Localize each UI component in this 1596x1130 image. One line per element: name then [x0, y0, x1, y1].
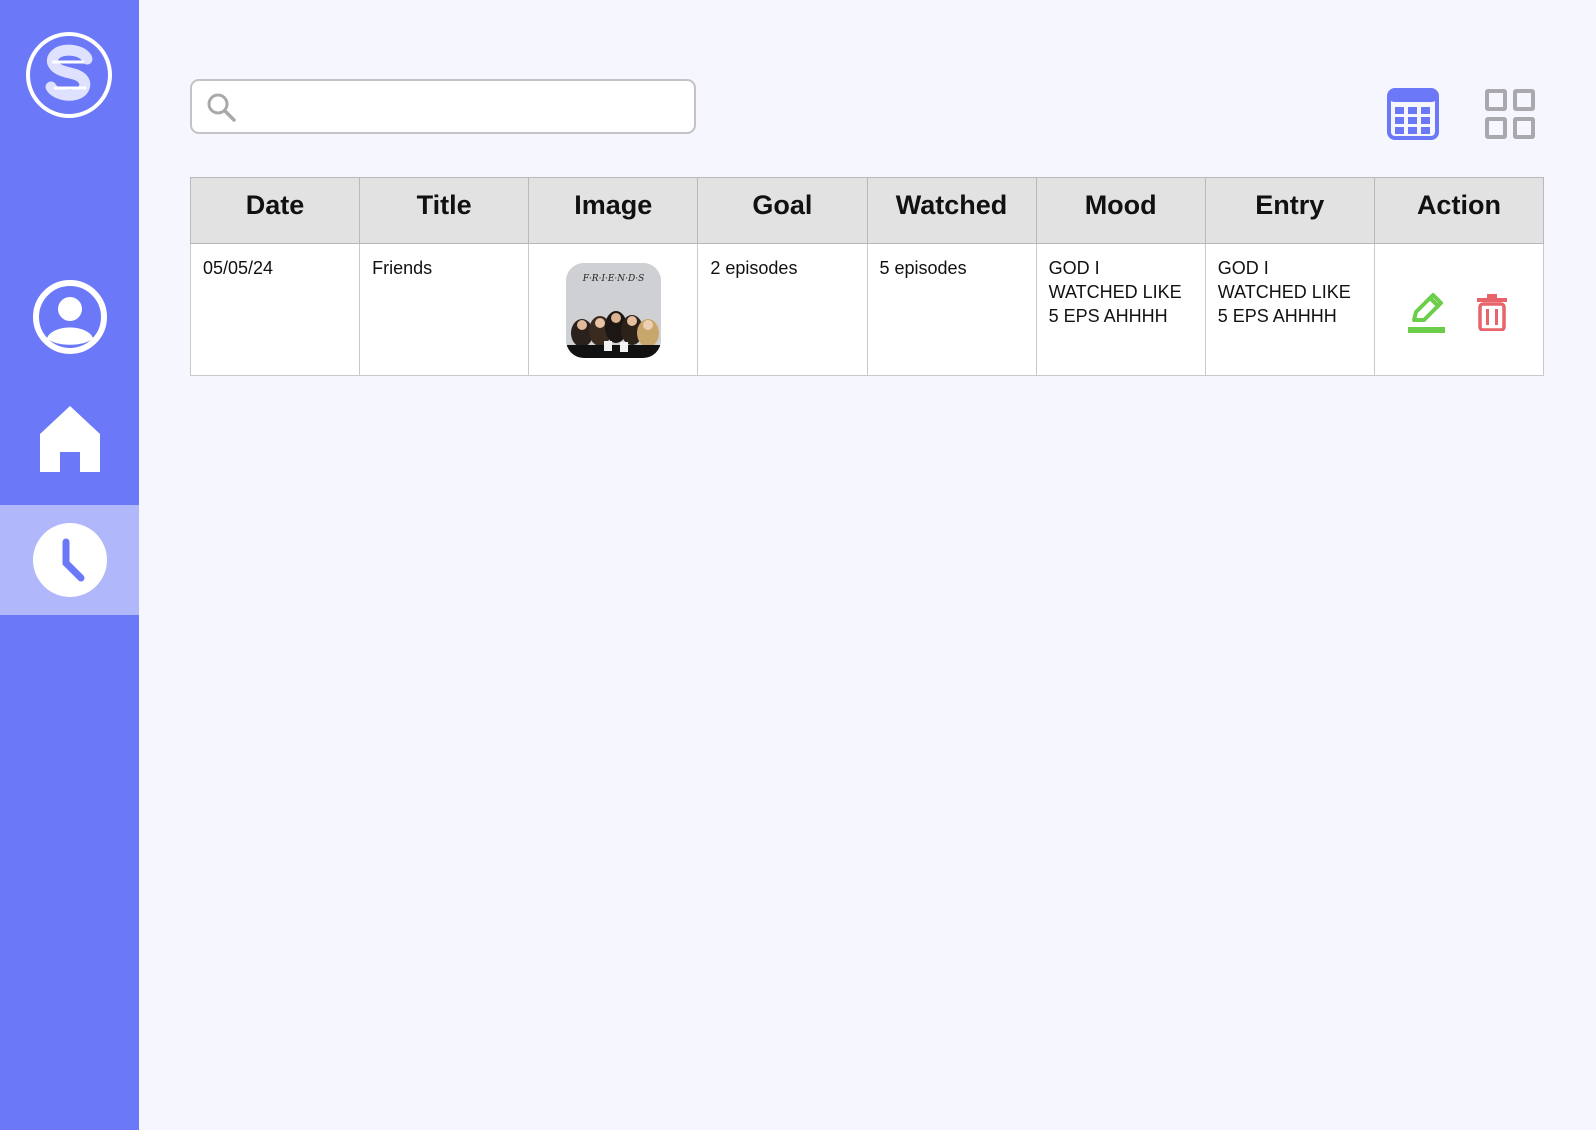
header-watched[interactable]: Watched [866, 177, 1037, 244]
cell-watched: 5 episodes [866, 243, 1037, 376]
cell-entry: GOD I WATCHED LIKE 5 EPS AHHHH [1204, 243, 1375, 376]
header-goal[interactable]: Goal [697, 177, 868, 244]
delete-icon [1476, 293, 1507, 331]
cell-goal: 2 episodes [697, 243, 868, 376]
table-view-toggle[interactable] [1387, 88, 1443, 144]
nav-profile[interactable] [0, 262, 139, 372]
search-icon [207, 93, 236, 122]
header-image[interactable]: Image [528, 177, 699, 244]
watch-log-table: Date Title Image Goal Watched Mood Entry… [189, 177, 1545, 376]
grid-view-toggle[interactable] [1484, 88, 1540, 144]
edit-icon [1407, 292, 1445, 333]
friends-poster-image: F·R·I·E·N·D·S [565, 263, 661, 358]
delete-button[interactable] [1471, 289, 1513, 335]
cell-date: 05/05/24 [189, 243, 361, 376]
cell-image: F·R·I·E·N·D·S [528, 243, 699, 376]
grid-icon [1485, 89, 1535, 139]
profile-icon [32, 280, 107, 354]
header-title[interactable]: Title [359, 177, 530, 244]
table-row: 05/05/24 Friends F·R·I·E·N·D·S 2 episode… [189, 243, 1545, 376]
header-mood[interactable]: Mood [1035, 177, 1206, 244]
home-icon [39, 406, 100, 472]
calculator-table-icon [1387, 88, 1439, 140]
header-action[interactable]: Action [1373, 177, 1545, 244]
nav-history[interactable] [0, 505, 139, 615]
search-input[interactable] [236, 81, 694, 132]
header-date[interactable]: Date [189, 177, 361, 244]
poster-text: F·R·I·E·N·D·S [582, 274, 645, 284]
history-clock-icon [32, 523, 107, 597]
s-logo-icon[interactable] [24, 32, 114, 118]
cell-action [1373, 243, 1545, 376]
nav-home[interactable] [0, 384, 139, 494]
cell-title: Friends [359, 243, 530, 376]
table-header-row: Date Title Image Goal Watched Mood Entry… [189, 177, 1545, 244]
sidebar [0, 0, 139, 1130]
edit-button[interactable] [1405, 289, 1447, 335]
search-box[interactable] [190, 79, 696, 134]
cell-mood: GOD I WATCHED LIKE 5 EPS AHHHH [1035, 243, 1206, 376]
header-entry[interactable]: Entry [1204, 177, 1375, 244]
